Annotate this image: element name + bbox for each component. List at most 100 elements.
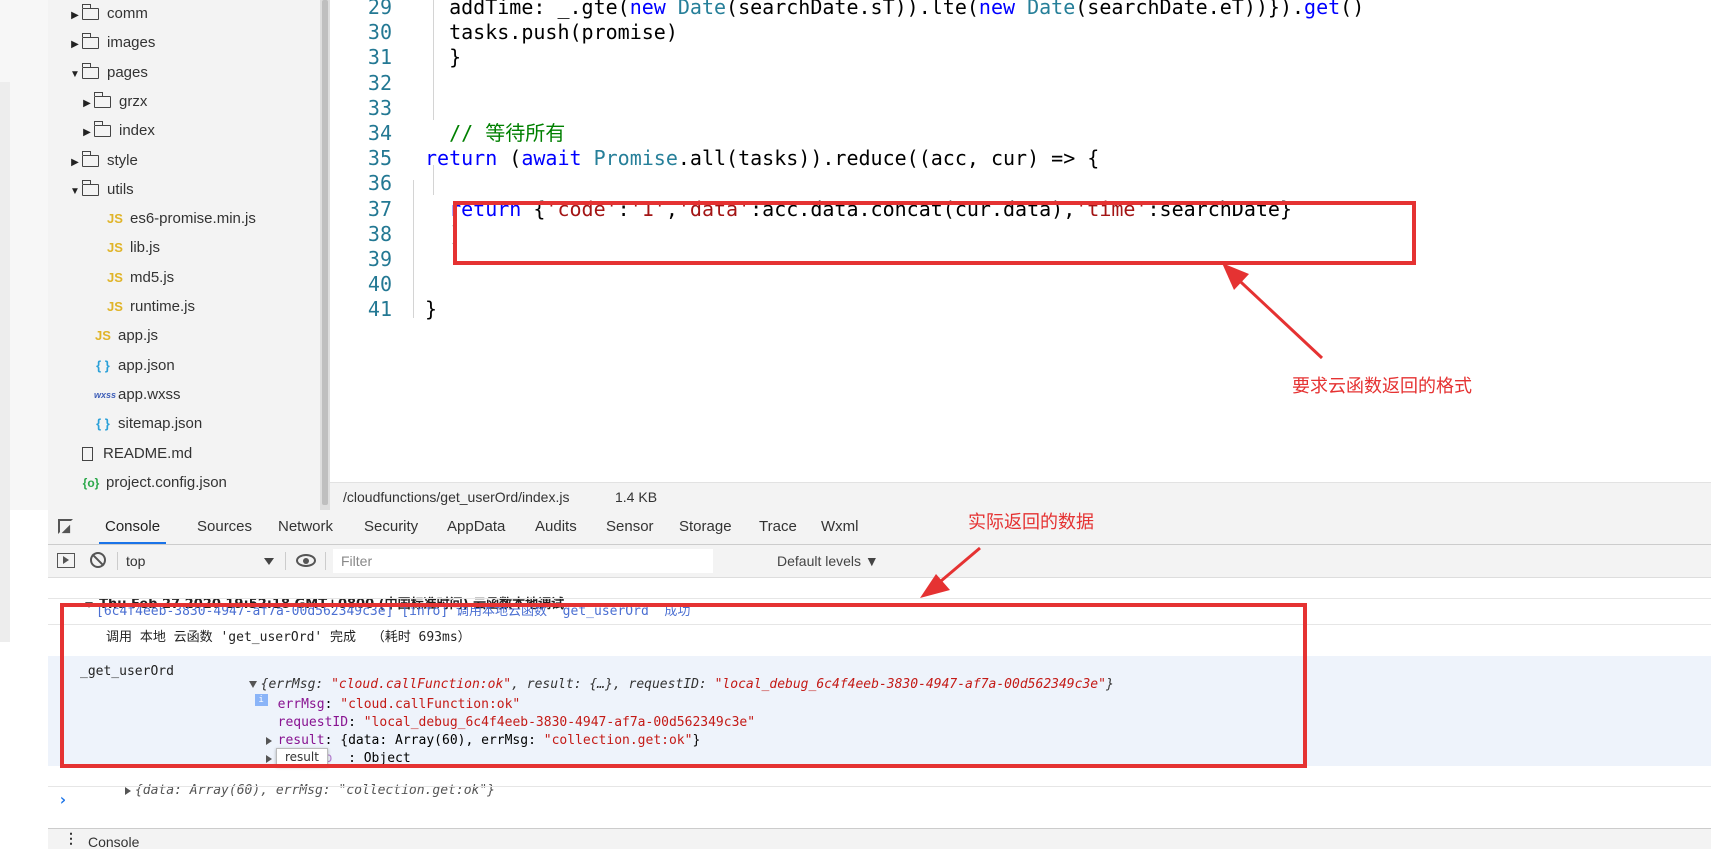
tree-item[interactable]: ▶ style (68, 147, 138, 175)
tree-item[interactable]: { } app.json (80, 352, 175, 380)
tree-item[interactable]: README.md (68, 440, 192, 468)
tree-item[interactable]: ▶ grzx (80, 88, 147, 116)
code-token: } (425, 297, 438, 322)
tree-item[interactable]: JS app.js (80, 322, 158, 350)
line-number: 32 (367, 70, 392, 95)
tab-trace[interactable]: Trace (759, 510, 797, 544)
folder-icon (93, 121, 111, 138)
tree-item[interactable]: ▼ pages (68, 59, 148, 87)
tree-item-label: sitemap.json (118, 415, 203, 433)
tree-item[interactable]: ▶ index (80, 117, 155, 145)
tab-sensor[interactable]: Sensor (606, 510, 654, 544)
line-number: 39 (367, 247, 392, 271)
tab-storage[interactable]: Storage (679, 510, 732, 544)
code-line[interactable]: 34 // 等待所有 (330, 120, 1711, 147)
tree-item[interactable]: JS es6-promise.min.js (92, 205, 256, 233)
tree-item-label: es6-promise.min.js (130, 210, 256, 228)
more-menu-icon[interactable]: ⋮ (64, 831, 78, 845)
tab-console[interactable]: Console (99, 510, 167, 544)
code-token: new (629, 0, 678, 19)
tree-item-label: app.json (118, 356, 175, 374)
code-token: ( (509, 146, 522, 171)
tab-sources[interactable]: Sources (197, 510, 252, 544)
code-line[interactable]: 35 return (await Promise.all(tasks)).redu… (330, 145, 1711, 172)
folder-icon (81, 33, 99, 50)
console-return-line[interactable]: {data: Array(60), errMsg: "collection.ge… (78, 768, 495, 813)
file-size: 1.4 KB (615, 489, 658, 505)
code-line[interactable]: 33 (330, 95, 1711, 122)
chevron-right-icon[interactable]: ▶ (68, 31, 82, 59)
tree-item[interactable]: ▼ utils (68, 176, 134, 204)
line-number: 33 (367, 95, 392, 120)
eye-icon[interactable] (296, 554, 316, 567)
divider (325, 552, 326, 570)
tree-item[interactable]: JS md5.js (92, 264, 174, 292)
tab-security[interactable]: Security (364, 510, 418, 544)
code-line[interactable]: 40 (330, 271, 1711, 298)
file-explorer: ▶ comm ▶ images ▼ pages ▶ grzx ▶ index ▶ style ▼ util… (48, 0, 320, 510)
sidebar-scrollbar-thumb[interactable] (322, 0, 328, 505)
code-token: return (425, 146, 510, 171)
code-token: await (521, 146, 594, 171)
console-toolbar: top Filter Default levels ▼ (48, 545, 1711, 578)
code-line[interactable]: 41} (330, 296, 1711, 323)
line-number: 31 (367, 45, 392, 70)
pc-file-icon: {o} (82, 475, 100, 490)
console-prompt[interactable]: › (58, 790, 68, 809)
line-number: 30 (367, 20, 392, 45)
code-text: return (await Promise.all(tasks)).reduce… (425, 145, 1099, 172)
devtools-tab-bar: Console Sources Network Security AppData Audi… (48, 510, 1711, 545)
code-line[interactable]: 29 addTime: _.gte(new Date(searchDate.sT… (330, 0, 1711, 21)
tree-item-label: md5.js (130, 268, 175, 286)
code-line[interactable]: 32 (330, 70, 1711, 97)
tree-item[interactable]: JS lib.js (92, 234, 160, 262)
code-token: Promise (593, 146, 678, 171)
tree-item[interactable]: ▶ images (68, 29, 155, 57)
tree-item[interactable]: wxss app.wxss (80, 381, 181, 409)
divider (285, 552, 286, 570)
tree-item-label: grzx (119, 92, 148, 110)
expand-arrow-icon[interactable] (124, 786, 131, 795)
code-token: new (978, 0, 1028, 19)
log-levels-select[interactable]: Default levels ▼ (777, 545, 879, 577)
window-left-edge-lower (0, 82, 10, 642)
sidebar-toggle-icon[interactable] (57, 553, 75, 568)
folder-icon (93, 91, 111, 108)
chevron-right-icon[interactable]: ▶ (68, 2, 82, 30)
code-token: Date (677, 0, 727, 19)
line-number: 29 (367, 0, 392, 19)
editor-status-bar: /cloudfunctions/get_userOrd/index.js 1.4… (330, 482, 1711, 511)
tab-network[interactable]: Network (278, 510, 333, 544)
divider (117, 552, 118, 570)
context-value: top (126, 553, 146, 569)
code-line[interactable]: 36 (330, 170, 1711, 197)
filter-input[interactable]: Filter (333, 549, 713, 573)
chevron-right-icon[interactable]: ▶ (80, 90, 94, 118)
tree-item-label: README.md (103, 444, 193, 462)
code-token: } (425, 45, 462, 70)
eye-pupil (303, 558, 309, 564)
chevron-down-icon[interactable]: ▼ (68, 61, 82, 89)
line-number: 40 (367, 272, 392, 297)
context-select[interactable]: top (126, 550, 278, 572)
folder-open-icon (81, 179, 99, 196)
tree-item[interactable]: {o} project.config.json (68, 469, 227, 497)
clear-console-icon[interactable] (90, 552, 106, 568)
chevron-right-icon[interactable]: ▶ (80, 119, 94, 147)
chevron-right-icon[interactable]: ▶ (68, 149, 82, 177)
tree-item[interactable]: ▶ comm (68, 0, 148, 28)
tree-item[interactable]: JS runtime.js (92, 293, 195, 321)
code-line[interactable]: 30 tasks.push(promise) (330, 19, 1711, 46)
code-token: addTime: _.gte( (425, 0, 630, 19)
tab-wxml[interactable]: Wxml (821, 510, 859, 544)
chevron-down-icon[interactable]: ▼ (68, 178, 82, 206)
tree-item-label: pages (107, 63, 148, 81)
tab-audits[interactable]: Audits (535, 510, 577, 544)
code-text: } (425, 296, 437, 323)
annotation-label-result: 实际返回的数据 (968, 512, 1094, 532)
code-line[interactable]: 31 } (330, 44, 1711, 71)
line-number: 35 (367, 146, 392, 171)
tab-appdata[interactable]: AppData (447, 510, 505, 544)
play-triangle (63, 556, 69, 564)
tree-item[interactable]: { } sitemap.json (80, 410, 202, 438)
